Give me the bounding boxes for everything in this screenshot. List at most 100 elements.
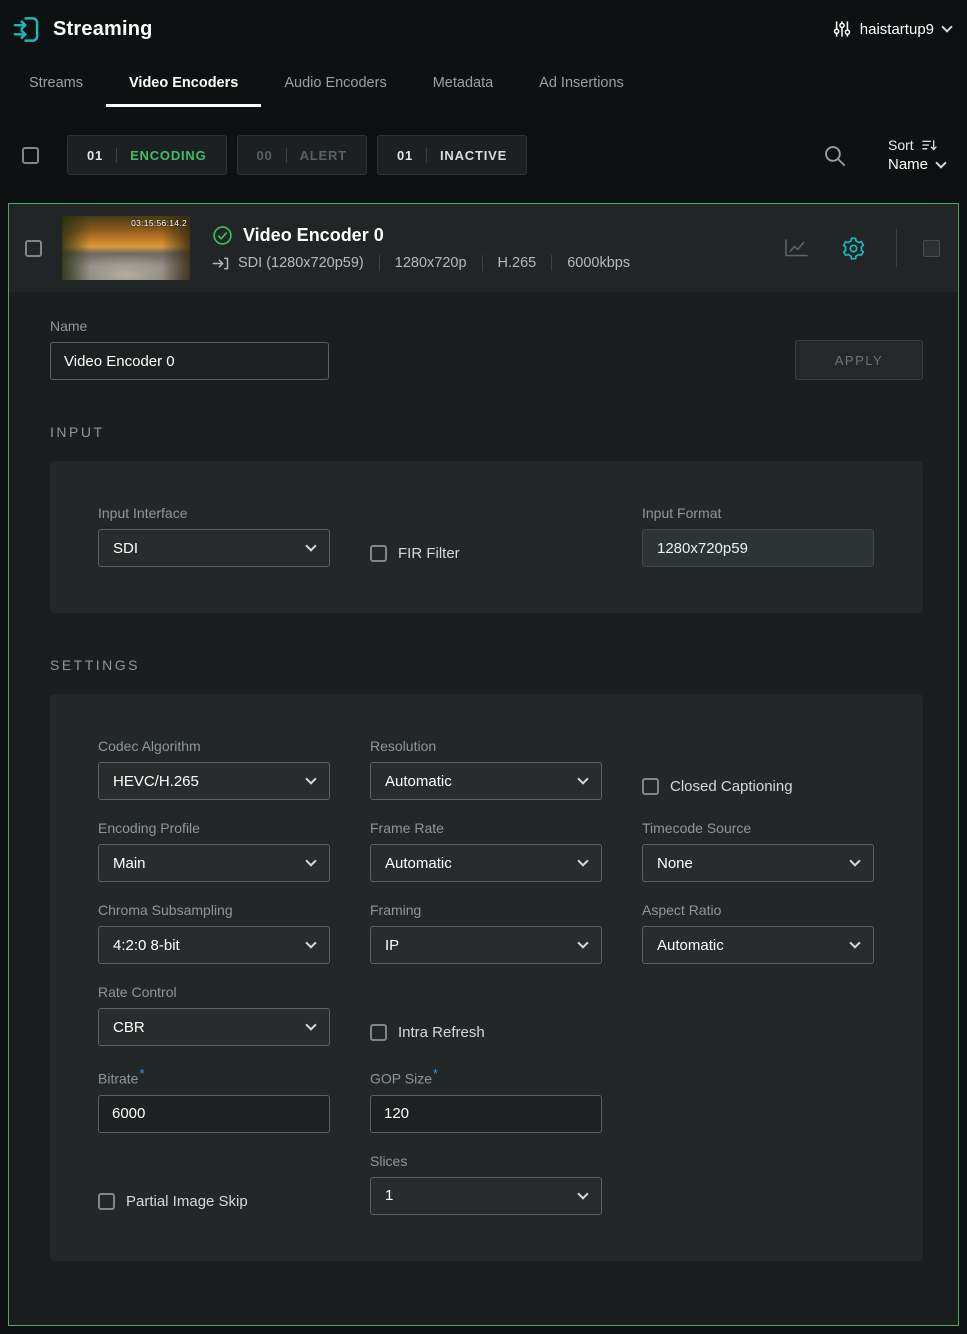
input-section-title: INPUT <box>50 424 923 440</box>
sort-order-icon[interactable] <box>922 139 937 152</box>
chevron-down-icon <box>577 773 588 784</box>
tab-video-encoders[interactable]: Video Encoders <box>106 75 261 107</box>
encoder-title: Video Encoder 0 <box>243 225 384 246</box>
app-logo-icon <box>12 15 41 44</box>
select-all-checkbox[interactable] <box>22 147 39 164</box>
tab-streams[interactable]: Streams <box>6 75 106 107</box>
encoding-profile-label: Encoding Profile <box>98 820 330 836</box>
codec-algorithm-value: HEVC/H.265 <box>113 773 199 790</box>
name-input[interactable] <box>50 342 329 380</box>
gop-size-input[interactable] <box>370 1095 602 1133</box>
closed-captioning-checkbox[interactable] <box>642 778 659 795</box>
slices-value: 1 <box>385 1187 393 1204</box>
settings-section-panel: Codec Algorithm HEVC/H.265 Resolution Au… <box>50 694 923 1261</box>
intra-refresh-checkbox[interactable] <box>370 1024 387 1041</box>
frame-rate-label: Frame Rate <box>370 820 602 836</box>
codec-algorithm-label: Codec Algorithm <box>98 738 330 754</box>
rate-control-label: Rate Control <box>98 984 330 1000</box>
framing-label: Framing <box>370 902 602 918</box>
tab-bar: Streams Video Encoders Audio Encoders Me… <box>0 58 967 107</box>
divider <box>426 148 427 163</box>
input-interface-select[interactable]: SDI <box>98 529 330 567</box>
frame-rate-select[interactable]: Automatic <box>370 844 602 882</box>
preferences-sliders-icon <box>833 20 851 38</box>
encoder-input-summary: SDI (1280x720p59) <box>238 255 364 271</box>
filter-inactive-button[interactable]: 01 INACTIVE <box>377 135 527 175</box>
slices-select[interactable]: 1 <box>370 1177 602 1215</box>
input-interface-value: SDI <box>113 540 138 557</box>
apply-button[interactable]: APPLY <box>795 340 923 380</box>
framing-select[interactable]: IP <box>370 926 602 964</box>
encoder-card: 03:15:56:14.2 Video Encoder 0 <box>8 203 959 1326</box>
encoder-resolution-summary: 1280x720p <box>395 255 467 271</box>
encoding-count: 01 <box>87 148 103 163</box>
filter-encoding-button[interactable]: 01 ENCODING <box>67 135 227 175</box>
user-name: haistartup9 <box>860 21 934 38</box>
alert-label: ALERT <box>300 148 347 163</box>
chevron-down-icon <box>935 157 946 168</box>
chevron-down-icon <box>305 937 316 948</box>
chevron-down-icon <box>849 855 860 866</box>
chevron-down-icon <box>941 21 952 32</box>
statistics-chart-icon[interactable] <box>784 238 809 259</box>
rate-control-select[interactable]: CBR <box>98 1008 330 1046</box>
timecode-source-select[interactable]: None <box>642 844 874 882</box>
top-bar: Streaming haistartup9 <box>0 0 967 58</box>
codec-algorithm-select[interactable]: HEVC/H.265 <box>98 762 330 800</box>
inactive-label: INACTIVE <box>440 148 507 163</box>
encoding-profile-select[interactable]: Main <box>98 844 330 882</box>
search-icon[interactable] <box>823 144 846 167</box>
sort-field-select[interactable]: Name <box>888 156 945 173</box>
sort-label: Sort <box>888 137 914 153</box>
encoding-profile-value: Main <box>113 855 146 872</box>
partial-image-skip-checkbox[interactable] <box>98 1193 115 1210</box>
encoder-bitrate-summary: 6000kbps <box>567 255 630 271</box>
timecode-source-label: Timecode Source <box>642 820 874 836</box>
input-format-field: 1280x720p59 <box>642 529 874 567</box>
sort-field-value: Name <box>888 156 928 173</box>
chroma-subsampling-label: Chroma Subsampling <box>98 902 330 918</box>
divider <box>551 255 552 271</box>
input-arrow-icon <box>212 256 229 271</box>
framing-value: IP <box>385 937 399 954</box>
gop-size-label: GOP Size* <box>370 1066 602 1087</box>
closed-captioning-label: Closed Captioning <box>670 778 793 795</box>
aspect-ratio-select[interactable]: Automatic <box>642 926 874 964</box>
settings-section-title: SETTINGS <box>50 657 923 673</box>
input-interface-label: Input Interface <box>98 505 330 521</box>
fir-filter-label: FIR Filter <box>398 545 460 562</box>
alert-count: 00 <box>257 148 273 163</box>
encoder-thumbnail: 03:15:56:14.2 <box>62 216 190 280</box>
chevron-down-icon <box>577 855 588 866</box>
resolution-value: Automatic <box>385 773 452 790</box>
tab-ad-insertions[interactable]: Ad Insertions <box>516 75 647 107</box>
tab-audio-encoders[interactable]: Audio Encoders <box>261 75 409 107</box>
encoder-action-box[interactable] <box>923 240 940 257</box>
required-marker: * <box>433 1066 438 1081</box>
resolution-select[interactable]: Automatic <box>370 762 602 800</box>
divider <box>379 255 380 271</box>
resolution-label: Resolution <box>370 738 602 754</box>
divider <box>896 229 897 267</box>
chroma-subsampling-select[interactable]: 4:2:0 8-bit <box>98 926 330 964</box>
bitrate-input[interactable] <box>98 1095 330 1133</box>
user-menu[interactable]: haistartup9 <box>833 20 951 38</box>
name-label: Name <box>50 318 329 334</box>
encoder-card-header[interactable]: 03:15:56:14.2 Video Encoder 0 <box>9 204 958 292</box>
fir-filter-checkbox[interactable] <box>370 545 387 562</box>
inactive-count: 01 <box>397 148 413 163</box>
chevron-down-icon <box>577 937 588 948</box>
aspect-ratio-label: Aspect Ratio <box>642 902 874 918</box>
encoder-codec-summary: H.265 <box>498 255 537 271</box>
thumbnail-timecode: 03:15:56:14.2 <box>131 218 187 228</box>
chevron-down-icon <box>305 1019 316 1030</box>
divider <box>116 148 117 163</box>
tab-metadata[interactable]: Metadata <box>410 75 516 107</box>
settings-gear-icon[interactable] <box>841 236 866 261</box>
aspect-ratio-value: Automatic <box>657 937 724 954</box>
divider <box>286 148 287 163</box>
filter-alert-button[interactable]: 00 ALERT <box>237 135 367 175</box>
chevron-down-icon <box>849 937 860 948</box>
encoder-select-checkbox[interactable] <box>25 240 42 257</box>
chevron-down-icon <box>577 1188 588 1199</box>
